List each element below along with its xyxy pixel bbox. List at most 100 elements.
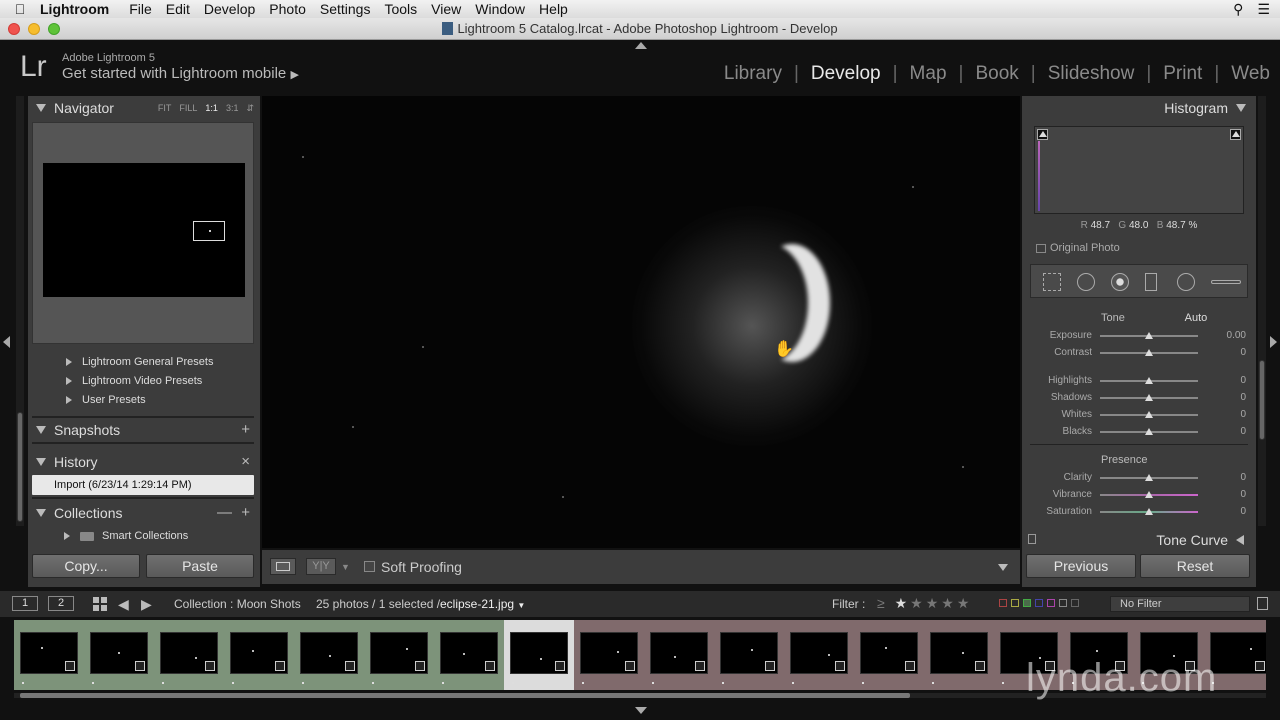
filter-lock-icon[interactable] <box>1257 597 1268 610</box>
preset-folder[interactable]: User Presets <box>32 390 254 409</box>
menu-settings[interactable]: Settings <box>320 1 385 17</box>
develop-adjusted-badge-icon[interactable] <box>345 661 355 671</box>
develop-adjusted-badge-icon[interactable] <box>625 661 635 671</box>
original-photo-checkbox[interactable] <box>1036 244 1046 253</box>
contrast-value[interactable]: 0 <box>1216 347 1246 358</box>
star-icon[interactable]: ★ <box>941 595 957 611</box>
reset-button[interactable]: Reset <box>1140 554 1250 578</box>
menu-edit[interactable]: Edit <box>166 1 204 17</box>
menu-file[interactable]: File <box>129 1 166 17</box>
histogram-graph[interactable] <box>1034 126 1244 214</box>
module-print[interactable]: Print <box>1163 63 1202 85</box>
star-icon[interactable]: ★ <box>910 595 926 611</box>
adjustment-brush-icon[interactable] <box>1211 280 1241 284</box>
tone-curve-header[interactable]: Tone Curve <box>1156 532 1244 548</box>
develop-adjusted-badge-icon[interactable] <box>975 661 985 671</box>
filmstrip-thumbnail[interactable] <box>14 620 84 690</box>
loupe-view-button[interactable] <box>270 558 296 575</box>
filmstrip-thumbnail[interactable] <box>224 620 294 690</box>
selected-filename[interactable]: eclipse-21.jpg ▼ <box>440 597 525 611</box>
filmstrip-thumbnail[interactable] <box>504 620 574 690</box>
left-panel-toggle-icon[interactable] <box>3 336 10 348</box>
menu-photo[interactable]: Photo <box>269 1 320 17</box>
spot-removal-icon[interactable] <box>1077 273 1095 291</box>
soft-proofing-checkbox[interactable] <box>364 561 375 572</box>
develop-adjusted-badge-icon[interactable] <box>205 661 215 671</box>
notification-list-icon[interactable]: ☰ <box>1257 1 1270 18</box>
module-web[interactable]: Web <box>1231 63 1270 85</box>
rating-operator[interactable]: ≥ <box>877 595 888 611</box>
exposure-slider-knob[interactable] <box>1145 332 1153 339</box>
highlights-value[interactable]: 0 <box>1216 375 1246 386</box>
histogram-header[interactable]: Histogram <box>1164 100 1246 116</box>
tone-curve-toggle[interactable] <box>1028 534 1036 544</box>
filmstrip-thumbnail[interactable] <box>644 620 714 690</box>
spotlight-search-icon[interactable]: ⚲ <box>1233 1 1243 18</box>
graduated-filter-icon[interactable] <box>1145 273 1157 291</box>
smart-collections-row[interactable]: Smart Collections <box>32 526 254 546</box>
no-label-filter-icon[interactable] <box>1071 599 1079 607</box>
menu-tools[interactable]: Tools <box>384 1 431 17</box>
whites-slider-knob[interactable] <box>1145 411 1153 418</box>
zoom-menu-icon[interactable]: ⇵ <box>246 103 254 114</box>
develop-adjusted-badge-icon[interactable] <box>765 661 775 671</box>
yellow-label-filter-icon[interactable] <box>1011 599 1019 607</box>
auto-tone-button[interactable]: Auto <box>1178 312 1214 326</box>
clarity-value[interactable]: 0 <box>1216 472 1246 483</box>
menu-view[interactable]: View <box>431 1 475 17</box>
filmstrip-thumbnail[interactable] <box>784 620 854 690</box>
filmstrip-thumbnail[interactable] <box>574 620 644 690</box>
module-library[interactable]: Library <box>724 63 782 85</box>
develop-adjusted-badge-icon[interactable] <box>555 661 565 671</box>
blacks-value[interactable]: 0 <box>1216 426 1246 437</box>
snapshots-header[interactable]: Snapshots + <box>28 418 260 442</box>
radial-filter-icon[interactable] <box>1177 273 1195 291</box>
back-arrow-icon[interactable]: ◀ <box>118 596 129 613</box>
develop-adjusted-badge-icon[interactable] <box>415 661 425 671</box>
highlight-clipping-icon[interactable] <box>1230 129 1241 140</box>
highlights-slider-knob[interactable] <box>1145 377 1153 384</box>
module-map[interactable]: Map <box>910 63 947 85</box>
navigator-header[interactable]: Navigator FIT FILL 1:1 3:1 ⇵ <box>28 96 260 120</box>
navigator-preview[interactable] <box>32 122 254 344</box>
develop-adjusted-badge-icon[interactable] <box>835 661 845 671</box>
remove-collection-icon[interactable]: — <box>217 504 232 521</box>
paste-settings-button[interactable]: Paste <box>146 554 254 578</box>
red-eye-correction-icon[interactable] <box>1111 273 1129 291</box>
saturation-value[interactable]: 0 <box>1216 506 1246 517</box>
before-after-menu-icon[interactable]: ▼ <box>341 562 350 572</box>
toolbar-content-menu-icon[interactable] <box>998 564 1008 571</box>
filmstrip-thumbnail[interactable] <box>714 620 784 690</box>
add-collection-icon[interactable]: + <box>241 504 250 521</box>
blue-label-filter-icon[interactable] <box>1035 599 1043 607</box>
whites-value[interactable]: 0 <box>1216 409 1246 420</box>
develop-adjusted-badge-icon[interactable] <box>1255 661 1265 671</box>
primary-window-button[interactable]: 1 <box>12 596 38 611</box>
top-panel-toggle-icon[interactable] <box>635 42 647 49</box>
saturation-slider-knob[interactable] <box>1145 508 1153 515</box>
red-label-filter-icon[interactable] <box>999 599 1007 607</box>
image-canvas[interactable]: ✋ <box>262 96 1020 548</box>
grid-view-icon[interactable] <box>93 597 107 611</box>
preset-folder[interactable]: Lightroom Video Presets <box>32 371 254 390</box>
green-label-filter-icon[interactable] <box>1023 599 1031 607</box>
star-icon[interactable]: ★ <box>895 595 911 611</box>
clarity-slider-knob[interactable] <box>1145 474 1153 481</box>
module-book[interactable]: Book <box>975 63 1018 85</box>
purple-label-filter-icon[interactable] <box>1047 599 1055 607</box>
history-header[interactable]: History × <box>28 450 260 474</box>
exposure-value[interactable]: 0.00 <box>1216 330 1246 341</box>
zoom-1-1[interactable]: 1:1 <box>205 103 218 114</box>
collection-source[interactable]: Collection : Moon Shots <box>174 597 301 611</box>
filmstrip-thumbnail[interactable] <box>84 620 154 690</box>
navigator-view-rectangle[interactable] <box>193 221 225 241</box>
filmstrip-thumbnail[interactable] <box>294 620 364 690</box>
filmstrip-thumbnail[interactable] <box>154 620 224 690</box>
bottom-panel-toggle-icon[interactable] <box>635 707 647 714</box>
right-panel-scrollbar[interactable] <box>1258 96 1266 526</box>
filmstrip-thumbnail[interactable] <box>434 620 504 690</box>
develop-adjusted-badge-icon[interactable] <box>695 661 705 671</box>
module-slideshow[interactable]: Slideshow <box>1048 63 1135 85</box>
blacks-slider-knob[interactable] <box>1145 428 1153 435</box>
rating-filter[interactable]: ≥ ★★★★★ <box>877 595 972 612</box>
